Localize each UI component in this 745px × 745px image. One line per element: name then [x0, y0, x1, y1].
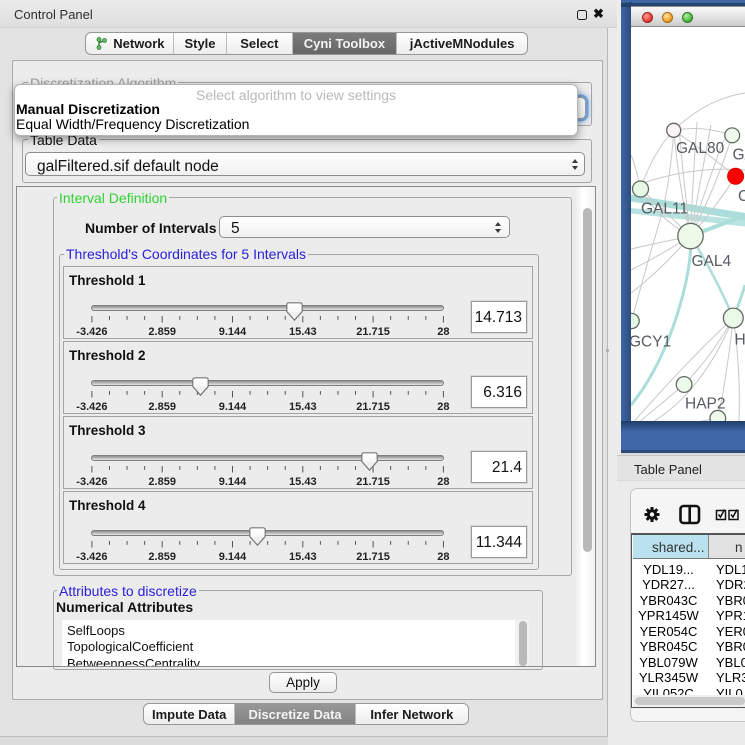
svg-text:GAL11: GAL11 — [641, 201, 688, 218]
svg-text:GAL4: GAL4 — [692, 253, 732, 270]
svg-text:CR: CR — [738, 188, 745, 205]
svg-text:GA.: GA. — [733, 147, 745, 164]
svg-text:GAL80: GAL80 — [676, 140, 725, 157]
svg-text:HAP2: HAP2 — [685, 396, 726, 413]
svg-text:GCY1: GCY1 — [631, 334, 671, 351]
svg-text:H: H — [735, 332, 745, 349]
